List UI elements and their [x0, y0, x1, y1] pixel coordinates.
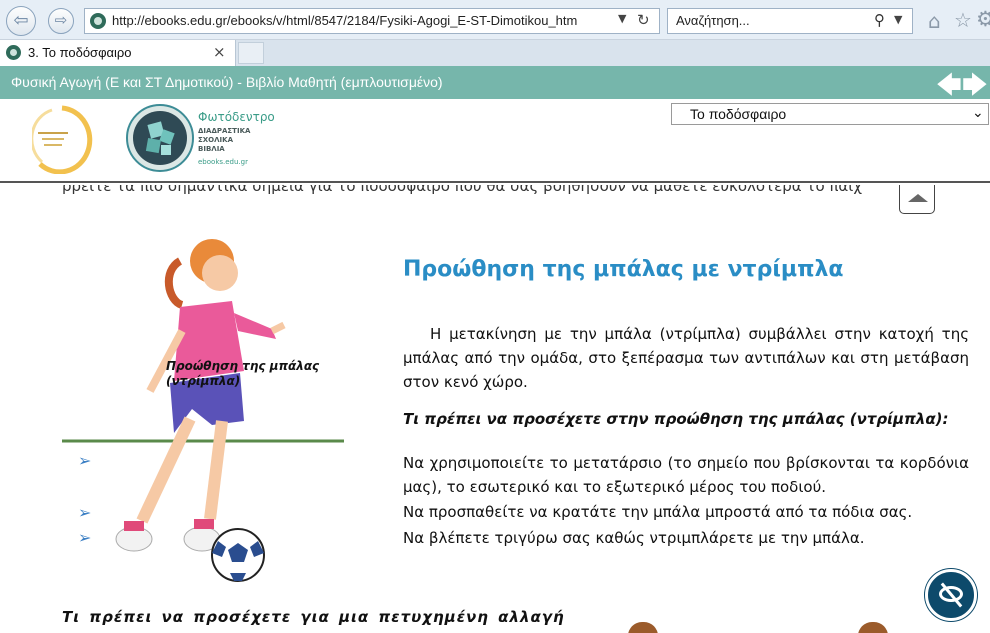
dribbling-girl-illustration — [62, 239, 344, 582]
home-icon[interactable]: ⌂ — [928, 9, 941, 33]
next-illustration-fragment — [628, 622, 658, 633]
fotodentro-url: ebooks.edu.gr — [198, 158, 248, 166]
address-bar[interactable]: http://ebooks.edu.gr/ebooks/v/html/8547/… — [84, 8, 660, 34]
book-title: Φυσική Αγωγή (Ε και ΣΤ Δημοτικού) - Βιβλ… — [11, 74, 443, 90]
figure-caption-line: Προώθηση της μπάλας — [166, 359, 320, 373]
next-subheading: Τι πρέπει να προσέχετε για μια πετυχημέν… — [62, 608, 565, 626]
fotodentro-name: Φωτόδεντρο — [198, 110, 275, 124]
address-dropdown-icon[interactable]: ▼ — [618, 12, 626, 25]
chapter-select[interactable]: Το ποδόσφαιρο ⌄ — [671, 103, 989, 125]
search-icon[interactable]: ⚲ — [874, 11, 885, 29]
search-input[interactable]: Αναζήτηση... — [676, 13, 750, 28]
tab-bar: 3. Το ποδόσφαιρο × — [0, 40, 990, 66]
ministry-logo — [32, 105, 93, 174]
site-favicon-icon — [90, 13, 106, 29]
figure-caption: Προώθηση της μπάλας (ντρίμπλα) — [166, 359, 319, 389]
chapter-select-value[interactable]: Το ποδόσφαιρο — [690, 106, 786, 122]
tab-title: 3. Το ποδόσφαιρο — [28, 45, 132, 60]
section-heading: Προώθηση της μπάλας με ντρίμπλα — [403, 257, 844, 282]
app-header: Φυσική Αγωγή (Ε και ΣΤ Δημοτικού) - Βιβλ… — [0, 66, 990, 99]
search-box[interactable]: Αναζήτηση... ⚲ ▼ — [667, 8, 913, 34]
scroll-to-top-button[interactable] — [899, 185, 935, 214]
fotodentro-line: ΒΙΒΛΙΑ — [198, 145, 225, 153]
bullet-arrow-icon: ➢ — [78, 503, 92, 522]
accessibility-toggle-button[interactable] — [925, 569, 977, 621]
tip-item: Να χρησιμοποιείτε το μετατάρσιο (το σημε… — [403, 454, 969, 496]
gear-icon[interactable]: ⚙ — [976, 7, 990, 31]
back-button[interactable]: ⇦ — [6, 6, 36, 36]
tab-favicon-icon — [6, 45, 21, 60]
chevron-down-icon[interactable]: ⌄ — [972, 105, 984, 121]
tab-active[interactable]: 3. Το ποδόσφαιρο × — [0, 40, 236, 66]
tip-item: Να προσπαθείτε να κρατάτε την μπάλα μπρο… — [403, 503, 913, 521]
next-illustration-fragment — [858, 622, 888, 633]
new-tab-button[interactable] — [238, 42, 264, 64]
refresh-icon[interactable]: ↻ — [637, 11, 650, 29]
address-url[interactable]: http://ebooks.edu.gr/ebooks/v/html/8547/… — [112, 13, 612, 28]
figure-caption-line: (ντρίμπλα) — [166, 374, 241, 388]
tips-subheading: Τι πρέπει να προσέχετε στην προώθηση της… — [403, 410, 949, 428]
tab-close-icon[interactable]: × — [213, 43, 226, 61]
bullet-arrow-icon: ➢ — [78, 528, 92, 547]
page-content: ρρείτε τα πιο σημαντικά σημεία για το πο… — [0, 185, 990, 633]
fotodentro-logo — [126, 104, 194, 172]
fotodentro-line: ΣΧΟΛΙΚΑ — [198, 136, 233, 144]
tip-item: Να βλέπετε τριγύρω σας καθώς ντριμπλάρετ… — [403, 529, 865, 547]
partial-text-line: ρρείτε τα πιο σημαντικά σημεία για το πο… — [62, 185, 863, 195]
bullet-arrow-icon: ➢ — [78, 451, 92, 470]
fotodentro-subtitle: ΔΙΑΔΡΑΣΤΙΚΑ ΣΧΟΛΙΚΑ ΒΙΒΛΙΑ — [198, 127, 250, 154]
forward-button[interactable]: ⇨ — [48, 8, 74, 34]
favorites-star-icon[interactable]: ☆ — [954, 8, 972, 32]
fotodentro-line: ΔΙΑΔΡΑΣΤΙΚΑ — [198, 127, 251, 135]
intro-paragraph: Η μετακίνηση με την μπάλα (ντρίμπλα) συμ… — [403, 325, 969, 391]
browser-toolbar: ⇦ ⇨ http://ebooks.edu.gr/ebooks/v/html/8… — [0, 0, 990, 40]
search-dropdown-icon[interactable]: ▼ — [894, 13, 902, 26]
